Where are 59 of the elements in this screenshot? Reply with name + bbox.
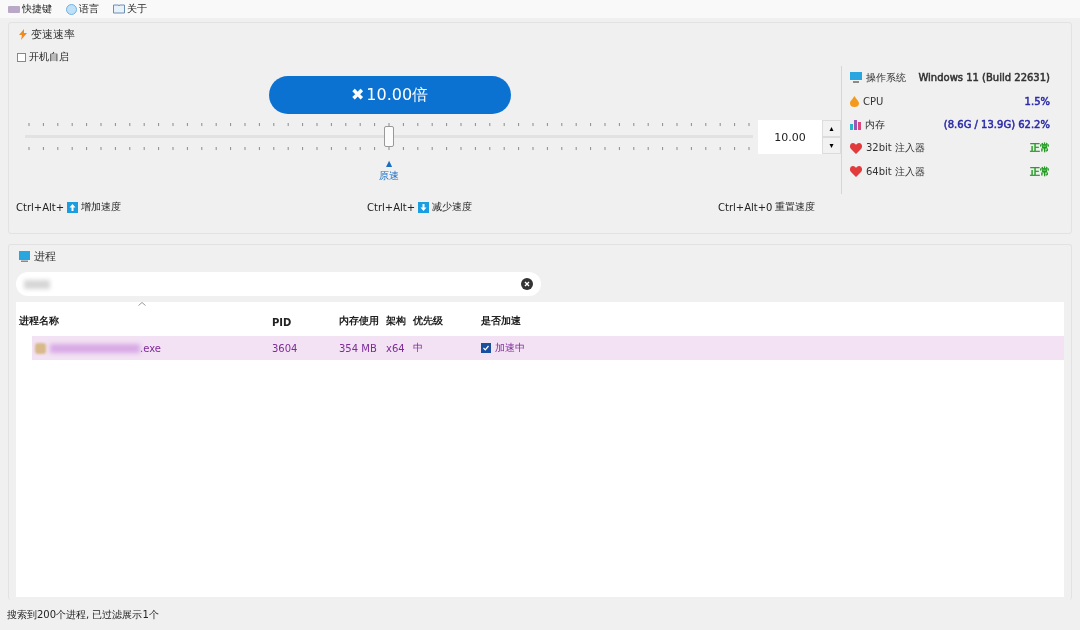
table-cell: 中 [413,341,423,355]
info-label: 32bit 注入器 [866,141,925,156]
info-value: 正常 [1030,164,1050,179]
autostart-checkbox[interactable]: 开机自启 [17,50,69,64]
info-value: 正常 [1030,141,1050,156]
lightning-icon [19,29,27,40]
info-label: 内存 [865,117,885,132]
hotkey-action: 减少速度 [432,200,473,214]
column-header[interactable]: 优先级 [413,314,443,328]
group-title: 变速速率 [31,27,75,42]
search-field[interactable] [16,272,541,296]
column-header[interactable]: 内存使用 [339,314,379,328]
marker-triangle-icon: ▲ [385,158,393,170]
spin-down-button[interactable]: ▾ [822,137,841,154]
bar-chart-icon [850,119,861,131]
sort-indicator-icon [138,302,146,306]
table-row[interactable]: .exe 3604 354 MB x64 中 加速中 [32,336,1064,360]
menu-item[interactable]: 快捷键 [8,2,52,16]
arrow-down-icon [418,201,430,213]
info-value: Windows 11 (Build 22631) [918,72,1050,84]
spin-up-button[interactable]: ▴ [822,120,841,137]
menu-item[interactable]: 语言 [66,2,99,16]
hotkey-action: 增加速度 [81,200,122,214]
origin-label: 原速 [379,170,399,182]
speed-button[interactable]: ✖10.00倍 [268,76,511,114]
info-label: CPU [863,95,884,107]
clear-icon[interactable] [521,278,533,290]
table-cell: .exe [140,342,161,354]
menu-item[interactable]: 关于 [113,2,147,16]
hotkey-keys: Ctrl+Alt+0 [718,201,773,213]
app-icon [35,342,46,354]
slider-thumb[interactable] [384,126,394,147]
column-header[interactable]: PID [272,317,292,328]
column-header[interactable]: 架构 [386,314,406,328]
hotkey-keys: Ctrl+Alt+ [367,201,416,213]
info-value: 1.5% [1024,95,1050,107]
table-cell: 3604 [272,342,298,354]
arrow-up-icon [67,201,79,213]
hotkey-keys: Ctrl+Alt+ [16,201,65,213]
accelerate-checkbox[interactable]: 加速中 [481,341,525,355]
heart-icon [850,142,862,154]
info-label: 64bit 注入器 [866,164,925,179]
monitor-icon [19,251,30,262]
status-text: 搜索到200个进程, 已过滤展示1个 [7,608,159,622]
book-icon [113,4,125,14]
globe-icon [66,3,77,15]
checkmark-icon [482,344,490,352]
heart-icon [850,166,862,178]
flame-icon [850,95,859,107]
column-header[interactable]: 是否加速 [481,314,521,328]
group-title: 进程 [34,249,56,264]
monitor-icon [850,72,862,84]
keyboard-icon [8,4,20,14]
table-cell: x64 [386,342,405,354]
hotkey-action: 重置速度 [775,200,816,214]
table-cell: 354 MB [339,342,377,354]
info-value: (8.6G / 13.9G) 62.2% [943,119,1050,131]
info-label: 操作系统 [866,70,906,85]
column-header[interactable]: 进程名称 [19,314,59,328]
